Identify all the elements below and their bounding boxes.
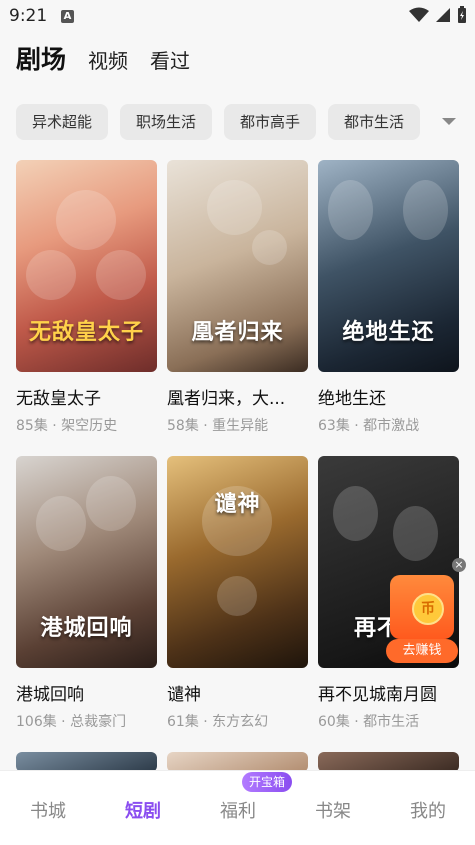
earn-money-label: 去赚钱 <box>386 639 458 663</box>
drama-card[interactable]: 绝地生还 绝地生还 63集 · 都市激战 <box>318 160 459 435</box>
nav-bookstore[interactable]: 书城 <box>8 797 88 823</box>
drama-meta: 85集 · 架空历史 <box>16 418 118 434</box>
nav-short-drama[interactable]: 短剧 <box>103 797 183 823</box>
cover-text: 港城回响 <box>40 615 133 641</box>
cover-text: 谴神 <box>214 491 261 517</box>
cover-text: 无敌皇太子 <box>28 319 144 345</box>
top-tabs: 剧场 视频 看过 <box>16 40 212 76</box>
drama-card[interactable] <box>16 752 157 772</box>
tab-theater[interactable]: 剧场 <box>16 40 66 76</box>
drama-cover <box>167 752 308 772</box>
bottom-nav: 书城 短剧 福利 书架 我的 <box>0 770 475 845</box>
drama-card[interactable]: 谴神 谴神 61集 · 东方玄幻 <box>167 456 308 731</box>
drama-cover: 港城回响 <box>16 456 157 668</box>
drama-title: 无敌皇太子 <box>16 389 101 409</box>
status-icons <box>409 6 467 24</box>
drama-card[interactable] <box>167 752 308 772</box>
nav-bookshelf[interactable]: 书架 <box>293 797 373 823</box>
drama-meta: 61集 · 东方玄幻 <box>167 714 269 730</box>
drama-title: 谴神 <box>167 685 201 705</box>
cover-text: 绝地生还 <box>342 319 435 345</box>
chip-workplace[interactable]: 职场生活 <box>120 104 213 140</box>
nav-mine[interactable]: 我的 <box>388 797 468 823</box>
drama-card[interactable] <box>318 752 459 772</box>
coin-icon: 币 <box>412 593 444 625</box>
status-bar: 9:21 A <box>0 0 475 34</box>
signal-icon <box>436 8 450 22</box>
drama-meta: 63集 · 都市激战 <box>318 418 420 434</box>
tab-video[interactable]: 视频 <box>88 45 128 74</box>
tab-history[interactable]: 看过 <box>150 45 190 74</box>
chip-supernatural[interactable]: 异术超能 <box>16 104 109 140</box>
drama-cover <box>318 752 459 772</box>
treasure-box-badge: 开宝箱 <box>242 772 293 792</box>
reward-box: 币 <box>390 575 454 639</box>
status-time: 9:21 <box>9 6 48 26</box>
chevron-down-icon[interactable] <box>442 118 456 125</box>
drama-cover: 绝地生还 <box>318 160 459 372</box>
chip-urban-life[interactable]: 都市生活 <box>328 104 421 140</box>
notification-icon: A <box>61 10 74 23</box>
drama-title: 绝地生还 <box>318 389 386 409</box>
drama-card[interactable]: 凰者归来 凰者归来，大... 58集 · 重生异能 <box>167 160 308 435</box>
battery-icon <box>458 6 466 23</box>
wifi-icon <box>409 7 429 22</box>
drama-card[interactable]: 无敌皇太子 无敌皇太子 85集 · 架空历史 <box>16 160 157 435</box>
category-chips: 异术超能 职场生活 都市高手 都市生活 <box>16 104 475 142</box>
drama-cover: 凰者归来 <box>167 160 308 372</box>
drama-title: 再不见城南月圆 <box>318 685 437 705</box>
drama-cover: 谴神 <box>167 456 308 668</box>
chip-urban-master[interactable]: 都市高手 <box>224 104 317 140</box>
cover-text: 凰者归来 <box>191 319 284 345</box>
drama-meta: 106集 · 总裁豪门 <box>16 714 127 730</box>
drama-meta: 60集 · 都市生活 <box>318 714 420 730</box>
drama-card[interactable]: 港城回响 港城回响 106集 · 总裁豪门 <box>16 456 157 731</box>
drama-meta: 58集 · 重生异能 <box>167 418 269 434</box>
nav-welfare[interactable]: 福利 <box>198 797 278 823</box>
drama-cover <box>16 752 157 772</box>
drama-cover: 无敌皇太子 <box>16 160 157 372</box>
drama-title: 凰者归来，大... <box>167 389 286 409</box>
drama-title: 港城回响 <box>16 685 84 705</box>
earn-money-widget[interactable]: 币 去赚钱 <box>386 575 458 663</box>
close-icon[interactable]: × <box>452 558 466 572</box>
